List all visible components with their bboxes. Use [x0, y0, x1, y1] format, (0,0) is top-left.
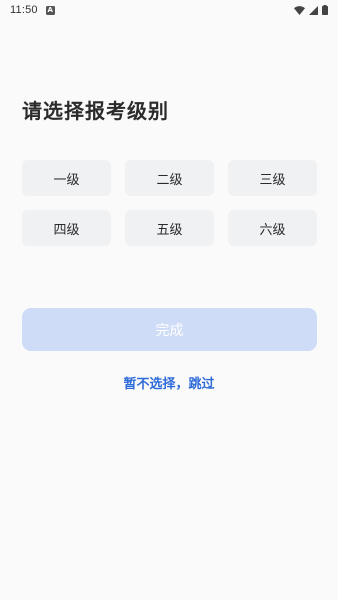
done-button[interactable]: 完成: [22, 308, 317, 351]
status-bar: 11:50 A: [0, 0, 338, 20]
level-option-4[interactable]: 四级: [22, 210, 111, 246]
battery-icon: [322, 5, 328, 15]
skip-link[interactable]: 暂不选择，跳过: [0, 373, 338, 392]
level-option-6[interactable]: 六级: [228, 210, 317, 246]
page-title: 请选择报考级别: [22, 99, 169, 123]
status-time: 11:50: [10, 4, 38, 16]
level-option-2[interactable]: 二级: [125, 160, 214, 196]
wifi-icon: [294, 5, 305, 15]
cell-signal-icon: [309, 5, 318, 15]
notification-app-icon: A: [45, 5, 55, 15]
level-option-5[interactable]: 五级: [125, 210, 214, 246]
level-grid: 一级 二级 三级 四级 五级 六级: [22, 160, 318, 246]
level-option-3[interactable]: 三级: [228, 160, 317, 196]
status-left: 11:50 A: [10, 4, 55, 16]
level-option-1[interactable]: 一级: [22, 160, 111, 196]
status-right: [294, 5, 328, 15]
